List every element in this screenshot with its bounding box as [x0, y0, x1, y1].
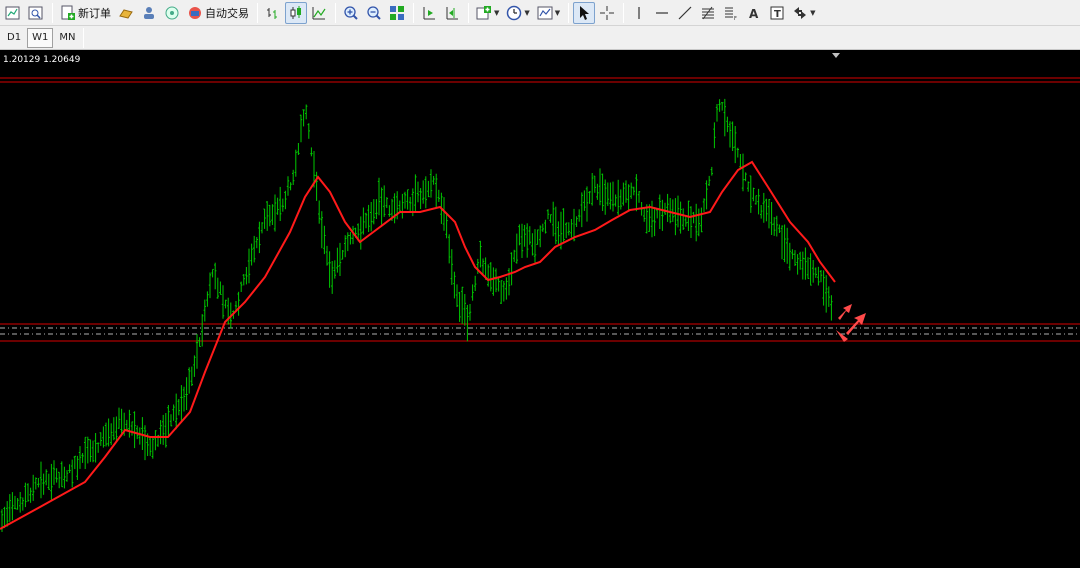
tile-icon — [390, 5, 404, 20]
chart-shift-icon — [446, 6, 458, 19]
bar-chart-icon — [267, 7, 277, 19]
candle-chart-button[interactable] — [285, 1, 307, 24]
toolbar-separator — [623, 2, 625, 23]
arrows-button[interactable]: ▼ — [789, 2, 818, 24]
svg-text:T: T — [774, 9, 781, 20]
main-toolbar: 新订单 自动交易 ▼ ▼ ▼ F A T ▼ — [0, 0, 1080, 26]
chart-canvas[interactable] — [0, 52, 1080, 568]
bar-chart-button[interactable] — [262, 2, 284, 24]
candle-chart-icon — [290, 5, 301, 19]
text-icon: A — [749, 7, 759, 21]
indicators-icon — [476, 5, 491, 19]
autoscroll-button[interactable] — [418, 2, 440, 24]
chart-shift-marker[interactable] — [832, 53, 840, 58]
timeframe-w1-button[interactable]: W1 — [27, 27, 54, 48]
crosshair-icon — [600, 5, 615, 20]
crosshair-button[interactable] — [596, 2, 618, 24]
chevron-down-icon: ▼ — [554, 8, 561, 17]
periods-icon — [507, 5, 522, 20]
cursor-button[interactable] — [573, 1, 596, 24]
up-arrow-icon — [838, 304, 852, 320]
svg-text:A: A — [749, 7, 759, 21]
auto-trading-button[interactable]: 自动交易 — [184, 2, 252, 24]
line-chart-button[interactable] — [308, 2, 330, 24]
fibo-fan-icon: F — [725, 7, 737, 21]
zoom-chart-icon — [28, 6, 43, 19]
moving-average-line — [0, 160, 836, 530]
svg-text:F: F — [734, 16, 737, 21]
toolbar-separator — [468, 2, 469, 23]
people-icon — [144, 6, 154, 19]
horizontal-line-button[interactable] — [651, 2, 673, 24]
new-order-icon — [61, 5, 75, 20]
price-bars — [0, 98, 833, 532]
signal-icon — [165, 6, 179, 19]
toolbar-separator — [52, 2, 53, 23]
horizontal-line-icon — [656, 11, 669, 14]
gold-icon — [119, 8, 133, 19]
autoscroll-icon — [423, 6, 435, 19]
price-chart[interactable]: 1.20129 1.20649 — [0, 52, 1080, 568]
indicators-button[interactable]: ▼ — [473, 2, 502, 24]
bullish-arrows — [836, 304, 866, 342]
label-icon: T — [770, 6, 784, 20]
cursor-icon — [580, 5, 590, 20]
chevron-down-icon: ▼ — [494, 8, 500, 17]
trendline-icon — [678, 6, 692, 19]
new-chart-icon — [5, 6, 20, 19]
trading-terminal-window: 新订单 自动交易 ▼ ▼ ▼ F A T ▼ D1 W1 MN 1.20129 … — [0, 0, 1080, 568]
toolbar-separator — [257, 2, 258, 23]
timeframe-bar: D1 W1 MN — [0, 26, 1080, 50]
templates-icon — [537, 6, 553, 19]
templates-button[interactable]: ▼ — [534, 2, 563, 24]
people-button[interactable] — [138, 2, 160, 24]
zoom-out-icon — [367, 5, 381, 20]
toolbar-separator — [413, 2, 414, 23]
toolbar-separator — [568, 2, 570, 23]
zoom-out-button[interactable] — [363, 2, 385, 24]
fibonacci-icon — [702, 6, 715, 19]
timeframe-mn-button[interactable]: MN — [54, 28, 80, 48]
vertical-line-icon — [638, 6, 640, 19]
arrow-tail-icon — [836, 330, 848, 342]
auto-trading-icon — [189, 6, 201, 19]
fibonacci-button[interactable] — [697, 2, 719, 24]
label-button[interactable]: T — [766, 2, 788, 24]
auto-trading-label: 自动交易 — [205, 6, 249, 20]
chart-shift-button[interactable] — [441, 2, 463, 24]
chevron-down-icon: ▼ — [524, 8, 530, 17]
periods-button[interactable]: ▼ — [503, 2, 532, 24]
level-lines — [0, 77, 1080, 342]
new-order-label: 新订单 — [78, 6, 111, 20]
toolbar-separator — [335, 2, 336, 23]
zoom-chart-button[interactable] — [25, 2, 47, 24]
zoom-in-button[interactable] — [340, 2, 362, 24]
price-label: 1.20129 1.20649 — [3, 55, 81, 65]
toolbar-separator — [83, 27, 85, 48]
vertical-line-button[interactable] — [628, 2, 650, 24]
signal-button[interactable] — [161, 2, 183, 24]
text-button[interactable]: A — [743, 2, 765, 24]
trendline-button[interactable] — [674, 2, 696, 24]
new-chart-button[interactable] — [2, 2, 24, 24]
line-chart-icon — [312, 6, 326, 19]
new-order-button[interactable]: 新订单 — [57, 2, 114, 24]
fibo-fan-button[interactable]: F — [720, 2, 742, 24]
zoom-in-icon — [344, 5, 358, 20]
arrows-icon — [794, 6, 807, 19]
timeframe-d1-button[interactable]: D1 — [2, 28, 26, 48]
tile-windows-button[interactable] — [386, 2, 408, 24]
chevron-down-icon: ▼ — [810, 8, 816, 17]
gold-button[interactable] — [115, 2, 137, 24]
